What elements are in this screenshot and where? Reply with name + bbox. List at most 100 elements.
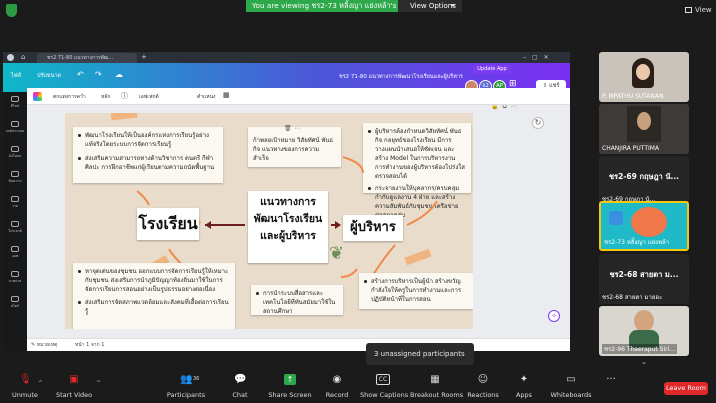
share-screen-label: Share Screen bbox=[268, 391, 312, 399]
record-label: Record bbox=[325, 391, 349, 399]
refresh-icon[interactable]: ↻ bbox=[532, 117, 544, 129]
unmute-label: Unmute bbox=[12, 391, 38, 399]
share-screen-button[interactable]: ↑ Share Screen bbox=[268, 374, 312, 399]
side-item-photos[interactable]: ภาพถ่าย bbox=[3, 271, 27, 284]
page-indicator[interactable]: หน้า 1 จาก 1 bbox=[75, 341, 104, 349]
side-item-projects[interactable]: โปรเจกต์ bbox=[3, 221, 27, 234]
captions-icon: CC bbox=[376, 374, 390, 385]
start-video-button[interactable]: ▣ Start Video bbox=[56, 374, 92, 399]
lock-icon[interactable]: 🔒⧉⋯ bbox=[491, 105, 521, 111]
participant-tile[interactable]: ชร2-68 สายตา ม... ชร2-68 สายตา มายอะ bbox=[599, 254, 689, 304]
resize-menu[interactable]: ปรับขนาด bbox=[37, 72, 61, 80]
scroll-down-icon[interactable]: ⌄ bbox=[641, 358, 647, 366]
toolbar-item[interactable]: ตำแหน่ง bbox=[197, 93, 215, 101]
redo-icon[interactable]: ↷ bbox=[95, 70, 102, 79]
participant-tile[interactable]: ชร2-96 Thaeraput Siri... bbox=[599, 306, 689, 356]
active-speaker-tile[interactable]: ชร2-73 หลิ้งญา แย่งหล้า bbox=[599, 201, 689, 251]
side-item-draw[interactable]: วาด bbox=[3, 196, 27, 209]
participant-name: P. MPATHU SUTANAN bbox=[602, 93, 664, 100]
transparency-icon[interactable]: ▦ bbox=[223, 91, 230, 99]
arrowhead bbox=[335, 221, 341, 229]
palette-icon bbox=[11, 296, 19, 302]
unmute-button[interactable]: 🎙 Unmute bbox=[10, 374, 40, 399]
note-bottom-center[interactable]: การนำระบบสื่อสารและเทคโนโลยีที่ทันสมัยมา… bbox=[251, 285, 343, 315]
leaf-icon: ❦ bbox=[329, 243, 345, 264]
notes-button[interactable]: ✎ หมายเหตุ bbox=[31, 341, 57, 349]
chat-icon: 💬 bbox=[234, 374, 247, 385]
view-options-label: View Options bbox=[410, 2, 456, 10]
participant-name: ชร2-96 Thaeraput Siri... bbox=[602, 344, 678, 354]
cloud-save-icon[interactable]: ☁ bbox=[115, 70, 123, 79]
mic-muted-icon: 🎙 bbox=[19, 374, 32, 385]
chat-button[interactable]: 💬 Chat bbox=[226, 374, 254, 399]
arrowhead bbox=[205, 221, 211, 229]
participant-tile[interactable]: ชร2-69 กฤษฎา นั... ชร2-69 กฤษฎา นั... bbox=[599, 156, 689, 206]
participant-big-name: ชร2-68 สายตา ม... bbox=[609, 270, 679, 279]
side-item-text[interactable]: ข้อความ bbox=[3, 171, 27, 184]
participant-big-name: ชร2-69 กฤษฎา นั... bbox=[608, 172, 680, 181]
new-tab-button[interactable]: + bbox=[141, 52, 147, 63]
file-menu[interactable]: ไฟล์ bbox=[11, 72, 21, 80]
whiteboards-button[interactable]: ▭ Whiteboards bbox=[550, 374, 592, 399]
reactions-button[interactable]: ☺ Reactions bbox=[466, 374, 500, 399]
toolbar-item[interactable]: เอฟเฟกต์ bbox=[139, 93, 159, 101]
chevron-down-icon bbox=[450, 4, 456, 7]
design-title[interactable]: ชร2 71-80 แนวทางการพัฒนาโรงเรียนและผู้บร… bbox=[339, 73, 463, 81]
side-label: แอพ bbox=[11, 254, 19, 258]
security-shield-icon[interactable] bbox=[6, 4, 17, 17]
canva-context-toolbar: ตกแต่งการคว่ำ หลัก ⓘ เอฟเฟกต์ ตำแหน่ง ▦ bbox=[27, 88, 570, 105]
side-item-apps[interactable]: แอพ bbox=[3, 246, 27, 259]
side-item-elements[interactable]: องค์ประกอบ bbox=[3, 121, 27, 134]
participants-count: 36 bbox=[193, 376, 200, 382]
show-captions-button[interactable]: CC Show Captions bbox=[360, 374, 409, 399]
side-label: องค์ประกอบ bbox=[5, 129, 25, 133]
update-app-button[interactable]: Update App bbox=[473, 65, 511, 74]
viewing-screen-banner: You are viewing ชร2-73 หลิ้งญา แย่งหล้า'… bbox=[246, 0, 398, 12]
apps-icon: ✦ bbox=[519, 374, 529, 385]
apps-button[interactable]: ✦ Apps bbox=[512, 374, 536, 399]
side-item-uploads[interactable]: อัปโหลด bbox=[3, 146, 27, 159]
magic-assistant-icon[interactable]: ✧ bbox=[548, 310, 560, 322]
view-options-button[interactable]: View Options bbox=[398, 0, 462, 12]
side-label: อัปโหลด bbox=[8, 154, 22, 158]
side-item-styles[interactable]: สไตล์ bbox=[3, 296, 27, 309]
undo-icon[interactable]: ↶ bbox=[77, 70, 84, 79]
note-bullet: หาจุดเด่นของชุมชน ออกแบบการจัดการเรียนรู… bbox=[78, 268, 229, 293]
browser-tab[interactable]: ชร2 71-80 แนวทางการพัฒ... bbox=[37, 53, 137, 63]
participants-label: Participants bbox=[166, 391, 206, 399]
video-off-icon: ▣ bbox=[69, 374, 79, 385]
toolbar-item[interactable]: หลัก bbox=[101, 93, 110, 101]
side-item-design[interactable]: ดีไซน์ bbox=[3, 96, 27, 109]
breakout-rooms-button[interactable]: ▦ Breakout Rooms bbox=[410, 374, 463, 399]
whiteboards-label: Whiteboards bbox=[550, 391, 592, 399]
leave-room-button[interactable]: Leave Room bbox=[664, 382, 708, 395]
note-bottom-right[interactable]: สร้างการบริหารเป็นผู้นำ สร้างขวัญกำลังใจ… bbox=[359, 273, 473, 309]
participant-tile[interactable]: P. MPATHU SUTANAN bbox=[599, 52, 689, 102]
video-options-caret[interactable]: ^ bbox=[96, 380, 101, 387]
grid-icon bbox=[685, 7, 692, 13]
home-icon[interactable]: ⌂ bbox=[21, 53, 25, 61]
participants-button[interactable]: 👥 36 Participants bbox=[166, 374, 206, 399]
arrow-center-top bbox=[342, 156, 364, 174]
audio-options-caret[interactable]: ^ bbox=[38, 380, 43, 387]
side-label: ดีไซน์ bbox=[10, 104, 20, 108]
info-icon[interactable]: ⓘ bbox=[121, 91, 128, 101]
apps-icon bbox=[11, 246, 19, 252]
participant-tile[interactable]: CHANJIRA PUTTIMA bbox=[599, 104, 689, 154]
whiteboard-page[interactable]: พัฒนาโรงเรียนให้เป็นองค์กรแห่งการเรียนรู… bbox=[65, 113, 473, 329]
note-bottom-left[interactable]: หาจุดเด่นของชุมชน ออกแบบการจัดการเรียนรู… bbox=[73, 263, 235, 329]
side-label: วาด bbox=[11, 204, 19, 208]
unassigned-participants-popup[interactable]: 3 unassigned participants bbox=[366, 343, 474, 365]
record-icon: ◉ bbox=[332, 374, 342, 385]
captions-label: Show Captions bbox=[360, 391, 409, 399]
elements-icon bbox=[11, 121, 19, 127]
color-picker-icon[interactable] bbox=[33, 92, 42, 101]
record-button[interactable]: ◉ Record bbox=[322, 374, 352, 399]
view-layout-button[interactable]: View bbox=[685, 6, 712, 14]
toolbar-item[interactable]: ตกแต่งการคว่ำ bbox=[53, 93, 86, 101]
view-label: View bbox=[695, 6, 712, 14]
more-button[interactable]: ··· bbox=[600, 374, 622, 385]
smiley-icon: ☺ bbox=[477, 374, 489, 385]
window-controls[interactable]: –▢✕ bbox=[523, 52, 555, 63]
participant-name: CHANJIRA PUTTIMA bbox=[602, 145, 660, 152]
